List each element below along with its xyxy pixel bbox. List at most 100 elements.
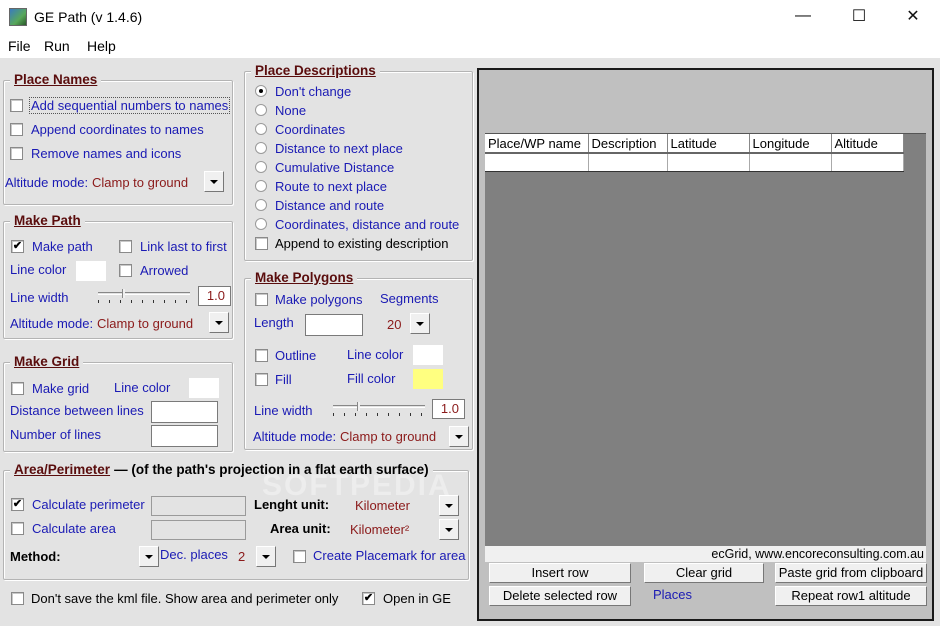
polygon-line-color-swatch[interactable] — [413, 345, 443, 365]
desc-option-route-radio[interactable] — [255, 180, 267, 192]
desc-option-coordinates-label[interactable]: Coordinates — [275, 122, 345, 137]
append-coordinates-label[interactable]: Append coordinates to names — [31, 122, 204, 137]
calculate-area-checkbox[interactable] — [11, 522, 24, 535]
number-of-lines-input[interactable] — [151, 425, 218, 447]
calculate-perimeter-checkbox[interactable]: ✔ — [11, 498, 24, 511]
outline-label[interactable]: Outline — [275, 348, 316, 363]
altitude-mode-value[interactable]: Clamp to ground — [92, 175, 188, 190]
desc-option-distance-next-label[interactable]: Distance to next place — [275, 141, 403, 156]
desc-option-cumulative-label[interactable]: Cumulative Distance — [275, 160, 394, 175]
desc-option-distance-route-radio[interactable] — [255, 199, 267, 211]
desc-option-none-radio[interactable] — [255, 104, 267, 116]
dec-places-dropdown[interactable] — [256, 546, 276, 567]
fill-label[interactable]: Fill — [275, 372, 292, 387]
dont-save-kml-checkbox[interactable] — [11, 592, 24, 605]
make-path-label[interactable]: Make path — [32, 239, 93, 254]
remove-names-checkbox[interactable] — [10, 147, 23, 160]
length-unit-value[interactable]: Kilometer — [355, 498, 410, 513]
table-cell[interactable] — [667, 153, 750, 172]
desc-option-dont-change-radio[interactable] — [255, 85, 267, 97]
repeat-row1-altitude-button[interactable]: Repeat row1 altitude — [775, 586, 927, 606]
add-sequential-numbers-checkbox[interactable] — [10, 99, 23, 112]
outline-checkbox[interactable] — [255, 349, 268, 362]
close-button[interactable]: ✕ — [890, 0, 936, 32]
column-header-altitude[interactable]: Altitude — [831, 134, 904, 154]
desc-option-dont-change-label[interactable]: Don't change — [275, 84, 351, 99]
insert-row-button[interactable]: Insert row — [489, 563, 631, 583]
table-cell[interactable] — [485, 153, 589, 172]
remove-names-label[interactable]: Remove names and icons — [31, 146, 181, 161]
places-table[interactable]: Place/WP name Description Latitude Longi… — [485, 134, 904, 172]
desc-option-cumulative-radio[interactable] — [255, 161, 267, 173]
make-polygons-label[interactable]: Make polygons — [275, 292, 362, 307]
table-cell[interactable] — [831, 153, 904, 172]
fill-checkbox[interactable] — [255, 373, 268, 386]
desc-option-coords-distance-route-label[interactable]: Coordinates, distance and route — [275, 217, 459, 232]
path-altitude-mode-dropdown[interactable] — [209, 312, 229, 333]
grid-line-color-swatch[interactable] — [189, 378, 219, 398]
make-grid-label[interactable]: Make grid — [32, 381, 89, 396]
append-description-label[interactable]: Append to existing description — [275, 236, 448, 251]
append-description-checkbox[interactable] — [255, 237, 268, 250]
calculate-perimeter-label[interactable]: Calculate perimeter — [32, 497, 145, 512]
polygon-altitude-mode-dropdown[interactable] — [449, 426, 469, 447]
menu-help[interactable]: Help — [87, 38, 116, 54]
dec-places-value[interactable]: 2 — [238, 549, 245, 564]
table-row[interactable] — [485, 153, 904, 172]
column-header-longitude[interactable]: Longitude — [749, 134, 832, 154]
polygon-line-width-value[interactable]: 1.0 — [432, 399, 465, 419]
polygon-line-width-slider[interactable] — [331, 402, 427, 418]
distance-between-lines-input[interactable] — [151, 401, 218, 423]
link-last-to-first-label[interactable]: Link last to first — [140, 239, 227, 254]
distance-between-lines-label: Distance between lines — [10, 403, 144, 418]
segments-dropdown[interactable] — [410, 313, 430, 334]
desc-option-coords-distance-route-radio[interactable] — [255, 218, 267, 230]
table-cell[interactable] — [749, 153, 832, 172]
menu-run[interactable]: Run — [44, 38, 70, 54]
create-placemark-checkbox[interactable] — [293, 550, 306, 563]
arrowed-label[interactable]: Arrowed — [140, 263, 188, 278]
menu-file[interactable]: File — [8, 38, 31, 54]
column-header-latitude[interactable]: Latitude — [667, 134, 750, 154]
desc-option-none-label[interactable]: None — [275, 103, 306, 118]
create-placemark-label[interactable]: Create Placemark for area — [313, 548, 465, 563]
desc-option-route-label[interactable]: Route to next place — [275, 179, 387, 194]
desc-option-distance-route-label[interactable]: Distance and route — [275, 198, 384, 213]
maximize-button[interactable]: ☐ — [836, 0, 882, 32]
method-dropdown[interactable] — [139, 546, 159, 567]
add-sequential-numbers-label[interactable]: Add sequential numbers to names — [28, 97, 231, 114]
polygon-altitude-mode-value[interactable]: Clamp to ground — [340, 429, 436, 444]
link-last-to-first-checkbox[interactable] — [119, 240, 132, 253]
line-width-value[interactable]: 1.0 — [198, 286, 231, 306]
open-in-ge-checkbox[interactable]: ✔ — [362, 592, 375, 605]
length-unit-dropdown[interactable] — [439, 495, 459, 516]
paste-grid-button[interactable]: Paste grid from clipboard — [775, 563, 927, 583]
desc-option-coordinates-radio[interactable] — [255, 123, 267, 135]
line-width-slider[interactable] — [96, 289, 192, 305]
append-coordinates-checkbox[interactable] — [10, 123, 23, 136]
delete-selected-row-button[interactable]: Delete selected row — [489, 586, 631, 606]
clear-grid-button[interactable]: Clear grid — [644, 563, 764, 583]
make-grid-checkbox[interactable] — [11, 382, 24, 395]
places-grid[interactable]: Place/WP name Description Latitude Longi… — [485, 133, 926, 546]
area-unit-dropdown[interactable] — [439, 519, 459, 540]
window-title: GE Path (v 1.4.6) — [34, 9, 143, 25]
desc-option-distance-next-radio[interactable] — [255, 142, 267, 154]
minimize-button[interactable]: — — [780, 0, 826, 32]
column-header-place-name[interactable]: Place/WP name — [485, 134, 589, 154]
area-unit-value[interactable]: Kilometer² — [350, 522, 409, 537]
polygon-length-input[interactable] — [305, 314, 363, 336]
calculate-area-label[interactable]: Calculate area — [32, 521, 116, 536]
arrowed-checkbox[interactable] — [119, 264, 132, 277]
table-cell[interactable] — [588, 153, 668, 172]
make-polygons-checkbox[interactable] — [255, 293, 268, 306]
altitude-mode-dropdown[interactable] — [204, 171, 224, 192]
column-header-description[interactable]: Description — [588, 134, 668, 154]
open-in-ge-label[interactable]: Open in GE — [383, 591, 451, 606]
dont-save-kml-label[interactable]: Don't save the kml file. Show area and p… — [31, 591, 338, 606]
path-altitude-mode-value[interactable]: Clamp to ground — [97, 316, 193, 331]
segments-value[interactable]: 20 — [387, 317, 401, 332]
make-path-checkbox[interactable]: ✔ — [11, 240, 24, 253]
fill-color-swatch[interactable] — [413, 369, 443, 389]
line-color-swatch[interactable] — [76, 261, 106, 281]
